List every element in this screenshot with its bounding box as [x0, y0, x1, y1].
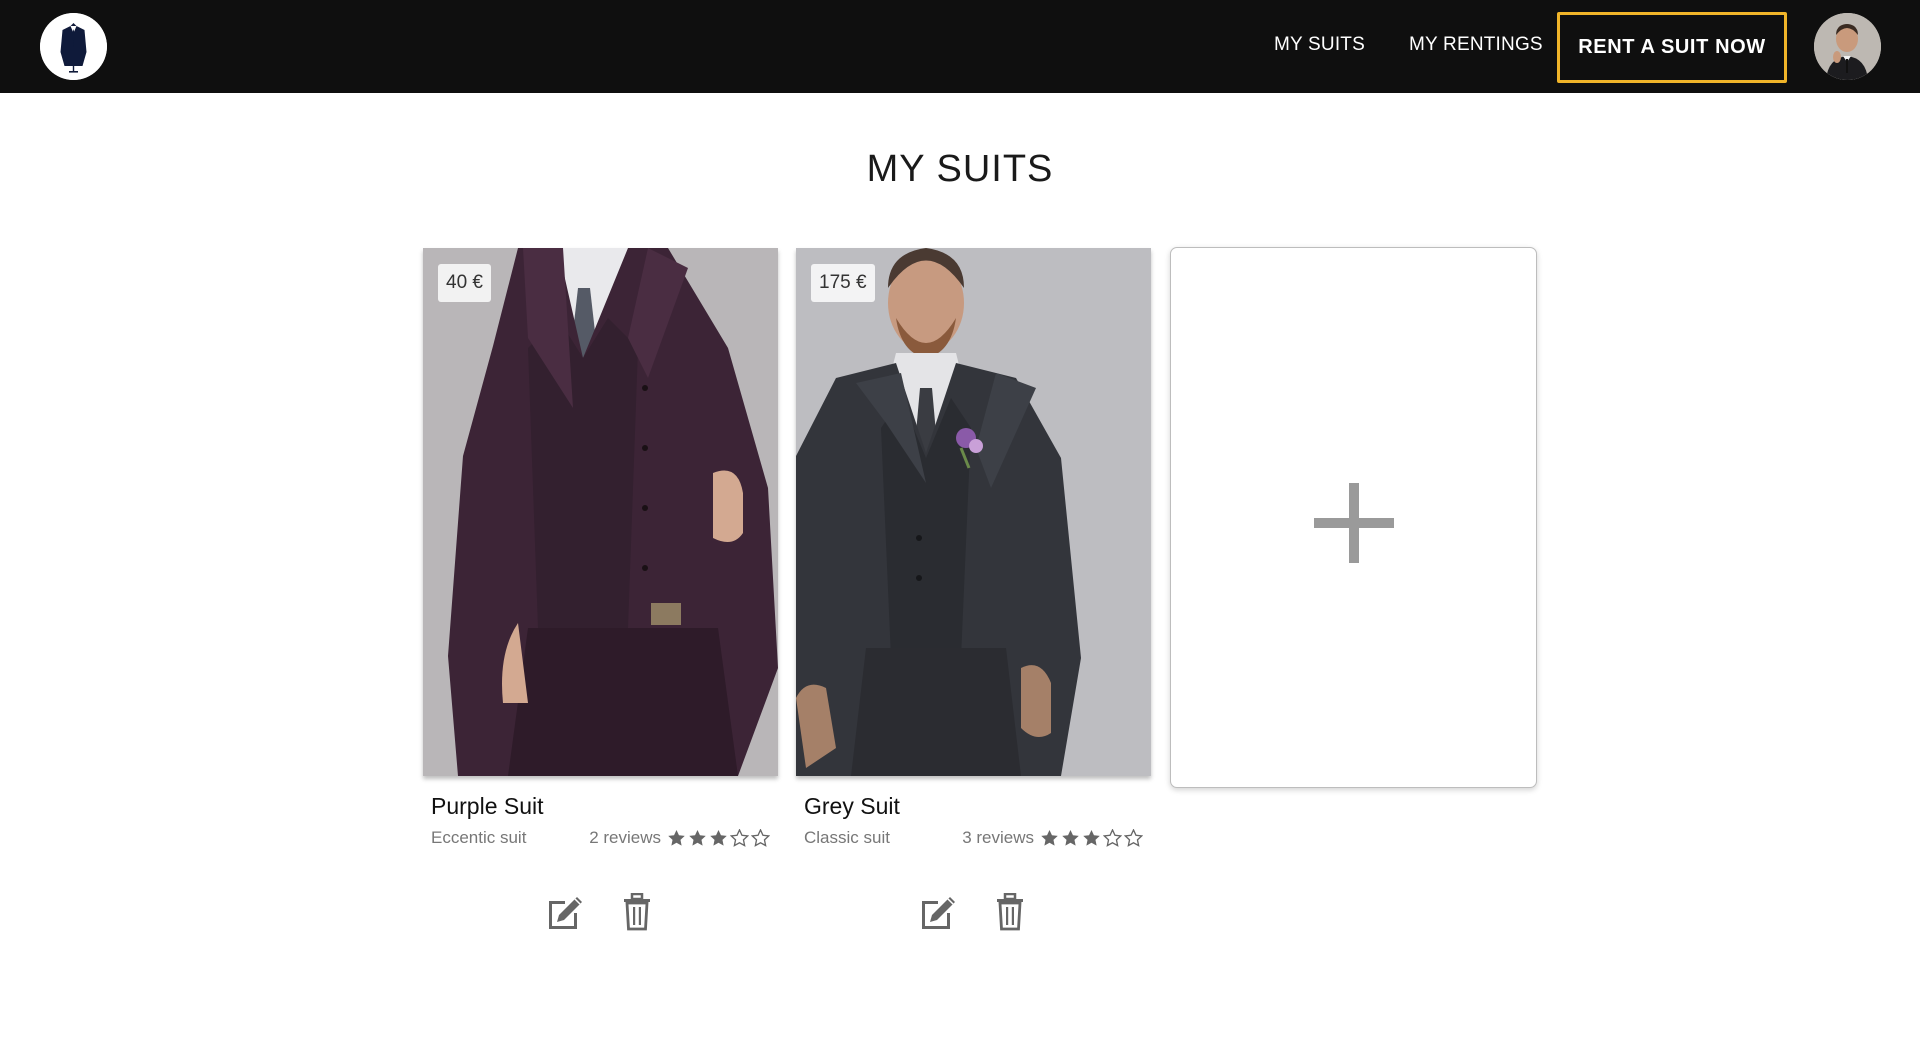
suit-photo[interactable]: 40 € — [423, 248, 778, 776]
star-filled-icon — [1083, 829, 1100, 846]
star-empty-icon — [1124, 829, 1143, 847]
card-actions — [423, 893, 778, 933]
star-filled-icon — [710, 829, 727, 846]
suit-card: 175 € Grey Suit Classic suit 3 reviews — [796, 248, 1151, 931]
add-suit-card[interactable] — [1170, 247, 1537, 788]
navbar: MY SUITS MY RENTINGS RENT A SUIT NOW — [0, 0, 1920, 93]
edit-icon[interactable] — [545, 893, 585, 931]
plus-icon — [1314, 483, 1394, 563]
user-avatar[interactable] — [1814, 13, 1881, 80]
reviews-count: 2 reviews — [589, 828, 661, 847]
nav-my-rentings[interactable]: MY RENTINGS — [1409, 34, 1543, 56]
star-empty-icon — [751, 829, 770, 847]
nav-my-suits[interactable]: MY SUITS — [1274, 34, 1365, 56]
suit-name[interactable]: Grey Suit — [804, 793, 900, 820]
star-filled-icon — [668, 829, 685, 846]
rating-stars — [1040, 829, 1143, 847]
reviews-count: 3 reviews — [962, 828, 1034, 847]
suit-category: Eccentic suit — [431, 828, 527, 847]
trash-icon[interactable] — [995, 893, 1025, 931]
trash-icon[interactable] — [622, 893, 652, 931]
star-empty-icon — [1103, 829, 1122, 847]
star-filled-icon — [689, 829, 706, 846]
price-badge: 40 € — [438, 264, 491, 302]
card-actions — [796, 893, 1151, 933]
suit-reviews[interactable]: 3 reviews — [962, 828, 1143, 848]
star-filled-icon — [1062, 829, 1079, 846]
suit-logo-icon[interactable] — [40, 13, 107, 80]
suit-category: Classic suit — [804, 828, 890, 847]
price-badge: 175 € — [811, 264, 875, 302]
suit-reviews[interactable]: 2 reviews — [589, 828, 770, 848]
star-empty-icon — [730, 829, 749, 847]
rent-a-suit-button[interactable]: RENT A SUIT NOW — [1557, 12, 1787, 83]
rating-stars — [667, 829, 770, 847]
suit-photo[interactable]: 175 € — [796, 248, 1151, 776]
edit-icon[interactable] — [918, 893, 958, 931]
page-title: MY SUITS — [866, 148, 1054, 190]
star-filled-icon — [1041, 829, 1058, 846]
suit-name[interactable]: Purple Suit — [431, 793, 544, 820]
suit-card: 40 € Purple Suit Eccentic suit 2 reviews — [423, 248, 778, 931]
